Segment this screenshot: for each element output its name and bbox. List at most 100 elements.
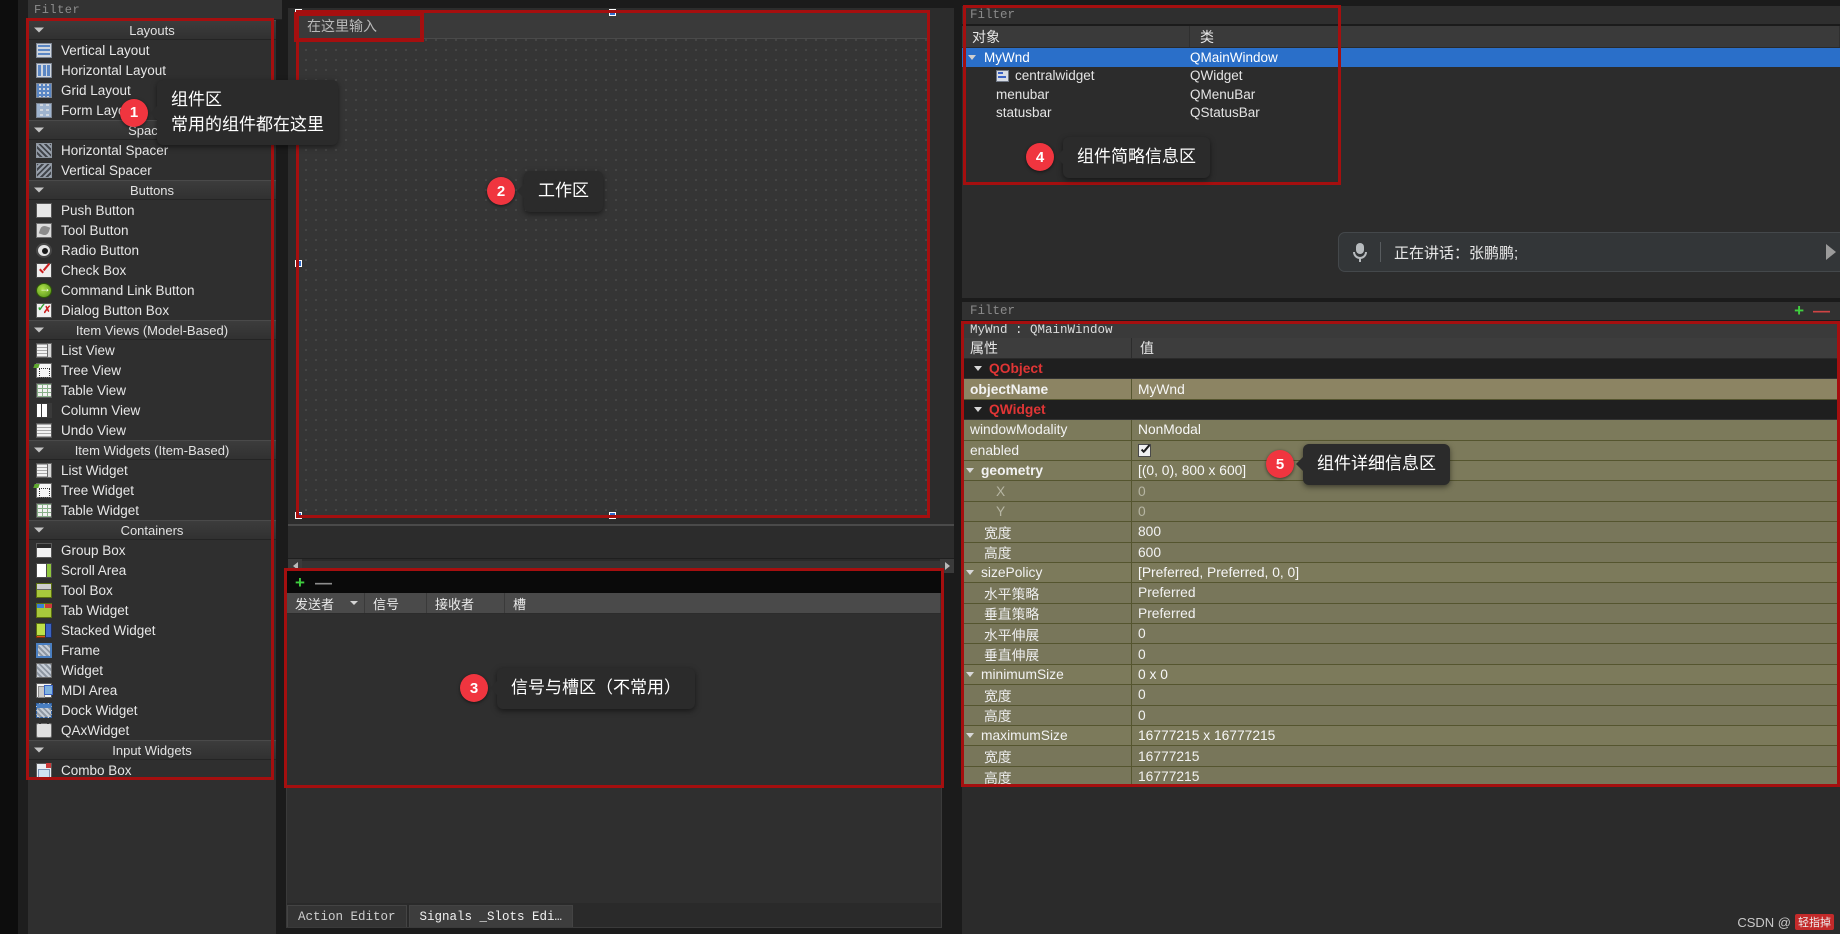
signal-slot-column-header[interactable]: 接收者 [427,593,505,613]
property-row[interactable]: 宽度 800 [962,522,1840,543]
widget-category-header[interactable]: Layouts [28,20,276,40]
voice-banner-collapse-arrow[interactable] [1826,244,1836,260]
property-row[interactable]: 高度 16777215 [962,766,1840,788]
property-row[interactable]: 垂直策略 Preferred [962,603,1840,625]
property-value-cell[interactable]: MyWnd [1132,379,1840,400]
signal-slot-toolbar[interactable]: + — [287,571,941,593]
property-column-header[interactable]: 值 [1132,338,1840,358]
signal-slot-rows[interactable] [287,614,941,903]
property-value-cell[interactable]: 600 [1132,542,1840,563]
property-value-cell[interactable]: 0 [1132,481,1840,502]
remove-connection-icon[interactable]: — [315,574,332,591]
property-value-cell[interactable]: 16777215 [1132,746,1840,767]
chevron-down-icon[interactable] [966,733,974,739]
widget-item-group-box[interactable]: Group Box [28,540,276,560]
property-column-header[interactable]: 属性 [962,338,1132,358]
property-value-cell[interactable] [1132,400,1840,421]
widget-item-command-link-button[interactable]: Command Link Button [28,280,276,300]
property-row[interactable]: 水平伸展 0 [962,624,1840,645]
property-value-cell[interactable] [1132,359,1840,380]
widget-item-tool-box[interactable]: Tool Box [28,580,276,600]
widget-category-header[interactable]: Containers [28,520,276,540]
property-editor-filter[interactable]: Filter + — [962,301,1840,321]
widget-item-list-widget[interactable]: List Widget [28,460,276,480]
object-tree-row[interactable]: centralwidget QWidget [962,67,1840,86]
property-value-cell[interactable] [1132,440,1840,461]
enabled-checkbox[interactable] [1138,443,1151,457]
widget-item-tree-view[interactable]: Tree View [28,360,276,380]
property-row[interactable]: QWidget [962,399,1840,421]
widget-category-header[interactable]: Input Widgets [28,740,276,760]
scroll-right-button[interactable] [940,559,954,573]
chevron-down-icon[interactable] [966,468,974,474]
property-row[interactable]: minimumSize 0 x 0 [962,664,1840,686]
bottom-tab-action-editor[interactable]: Action Editor [287,905,407,927]
resize-handle-middle-left[interactable] [295,260,302,267]
object-column-header[interactable]: 对象 [962,26,1190,47]
widget-item-radio-button[interactable]: Radio Button [28,240,276,260]
widget-item-scroll-area[interactable]: Scroll Area [28,560,276,580]
resize-handle-top-center[interactable] [609,9,616,16]
property-value-cell[interactable]: NonModal [1132,420,1840,441]
form-menubar[interactable]: 在这里输入 [299,13,927,39]
widget-item-dock-widget[interactable]: Dock Widget [28,700,276,720]
widget-box-filter[interactable]: Filter [28,0,282,20]
add-property-icon[interactable]: + [1794,301,1804,321]
widget-item-dialog-button-box[interactable]: Dialog Button Box [28,300,276,320]
widget-item-table-widget[interactable]: Table Widget [28,500,276,520]
property-value-cell[interactable]: Preferred [1132,583,1840,604]
widget-item-tree-widget[interactable]: Tree Widget [28,480,276,500]
widget-item-tab-widget[interactable]: Tab Widget [28,600,276,620]
property-value-cell[interactable]: 16777215 x 16777215 [1132,726,1840,747]
property-row[interactable]: 垂直伸展 0 [962,644,1840,665]
property-value-cell[interactable]: 0 x 0 [1132,664,1840,686]
chevron-down-icon[interactable] [966,672,974,678]
property-row[interactable]: maximumSize 16777215 x 16777215 [962,726,1840,747]
widget-item-vertical-spacer[interactable]: Vertical Spacer [28,160,276,180]
property-value-cell[interactable]: 0 [1132,685,1840,706]
chevron-down-icon[interactable] [968,54,976,60]
property-row[interactable]: windowModality NonModal [962,420,1840,441]
property-row[interactable]: objectName MyWnd [962,379,1840,400]
object-tree-row[interactable]: MyWnd QMainWindow [962,48,1840,67]
widget-item-check-box[interactable]: Check Box [28,260,276,280]
widget-item-column-view[interactable]: Column View [28,400,276,420]
widget-category-header[interactable]: Item Views (Model-Based) [28,320,276,340]
widget-item-qaxwidget[interactable]: QAxWidget [28,719,276,740]
property-row[interactable]: 宽度 0 [962,685,1840,706]
property-value-cell[interactable]: Preferred [1132,603,1840,625]
property-value-cell[interactable]: [(0, 0), 800 x 600] [1132,460,1840,482]
object-column-header[interactable]: 类 [1190,26,1840,47]
property-value-cell[interactable]: 0 [1132,501,1840,523]
property-row[interactable]: 水平策略 Preferred [962,583,1840,604]
add-connection-icon[interactable]: + [295,574,305,591]
property-row[interactable]: 宽度 16777215 [962,746,1840,767]
widget-item-horizontal-layout[interactable]: Horizontal Layout [28,60,276,80]
bottom-tab-signals-slots-edi-[interactable]: Signals _Slots Edi… [408,905,574,927]
property-value-cell[interactable]: 16777215 [1132,766,1840,788]
chevron-down-icon[interactable] [974,406,982,412]
property-row[interactable]: Y0 [962,501,1840,523]
signal-slot-column-header[interactable]: 信号 [365,593,427,613]
resize-handle-bottom-left[interactable] [295,512,302,519]
widget-item-table-view[interactable]: Table View [28,380,276,400]
signal-slot-column-header[interactable]: 发送者 [287,593,365,613]
widget-item-widget[interactable]: Widget [28,660,276,680]
property-row[interactable]: 高度 0 [962,705,1840,727]
widget-item-undo-view[interactable]: Undo View [28,420,276,440]
property-row[interactable]: QObject [962,359,1840,380]
widget-box-list[interactable]: Layouts Vertical Layout Horizontal Layout G… [28,20,276,934]
widget-item-frame[interactable]: Frame [28,640,276,660]
property-value-cell[interactable]: 0 [1132,644,1840,665]
widget-item-tool-button[interactable]: Tool Button [28,220,276,240]
widget-category-header[interactable]: Buttons [28,180,276,200]
chevron-down-icon[interactable] [974,366,982,372]
signal-slot-column-header[interactable]: 槽 [505,593,941,613]
property-value-cell[interactable]: 0 [1132,624,1840,645]
widget-item-mdi-area[interactable]: MDI Area [28,680,276,700]
form-canvas-area[interactable]: 在这里输入 [288,8,954,560]
property-value-cell[interactable]: 800 [1132,522,1840,543]
widget-item-vertical-layout[interactable]: Vertical Layout [28,40,276,60]
resize-handle-bottom-center[interactable] [609,512,616,519]
widget-item-push-button[interactable]: Push Button [28,200,276,220]
